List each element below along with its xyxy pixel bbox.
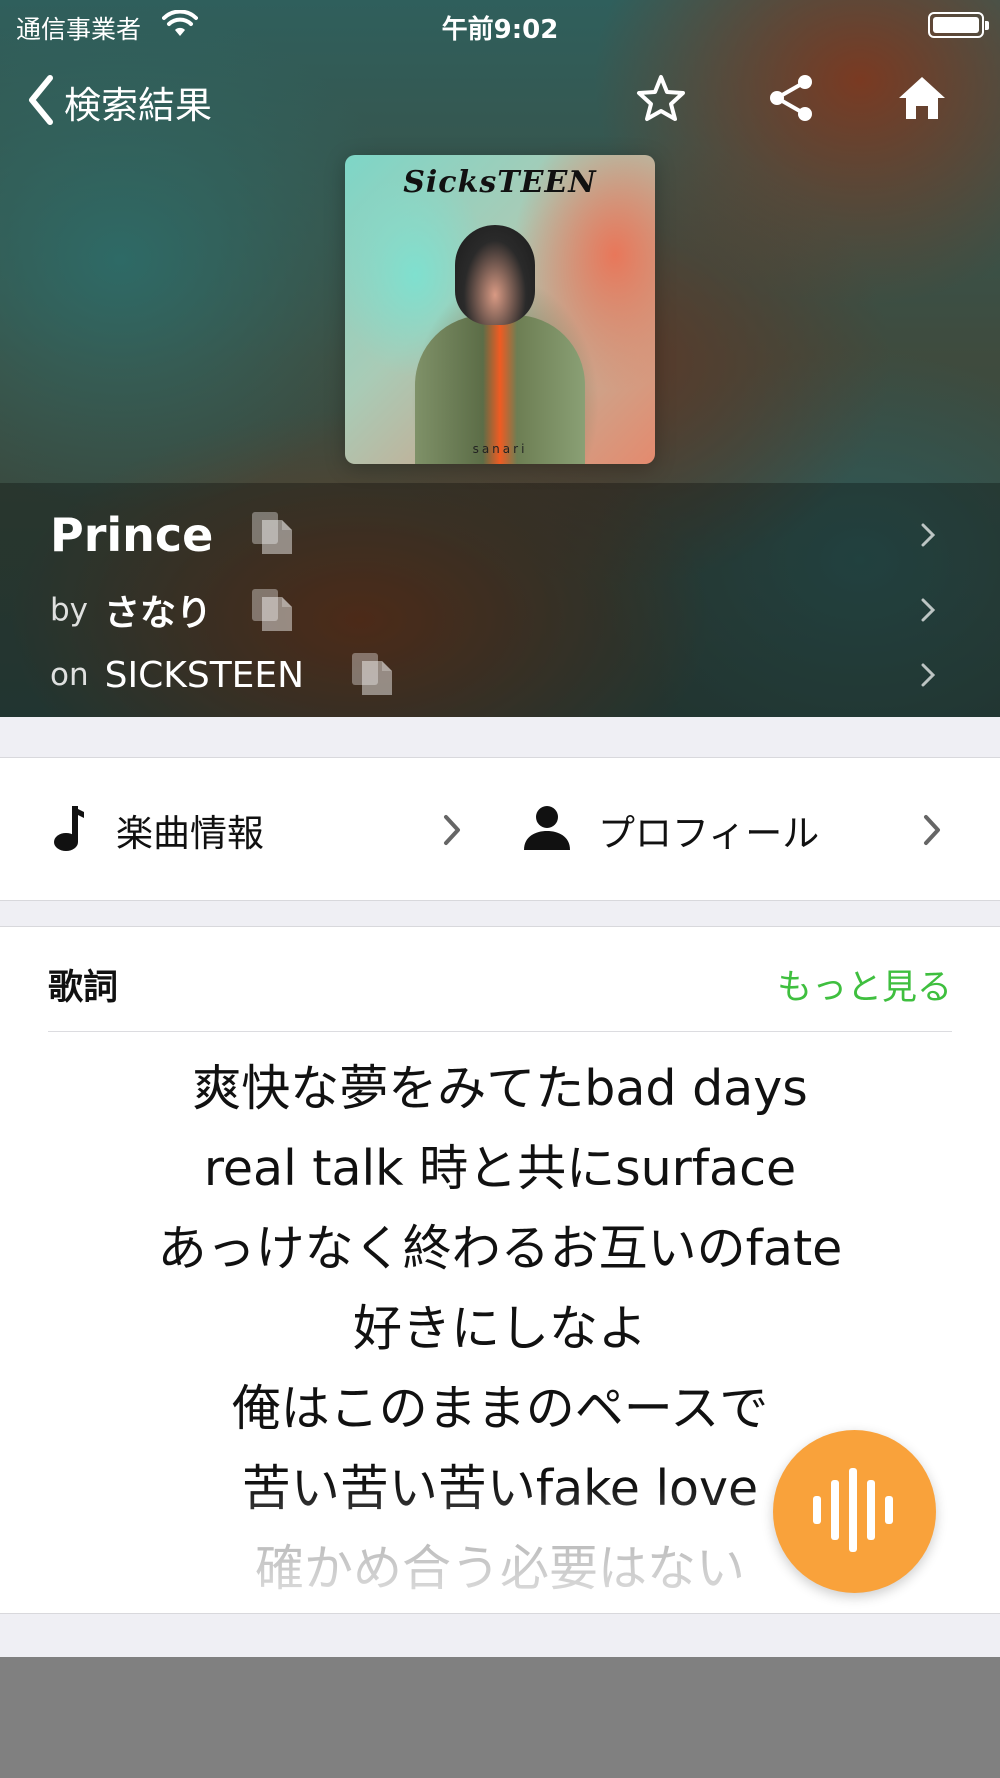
recognize-button[interactable]	[773, 1430, 936, 1593]
copy-title-icon[interactable]	[250, 510, 294, 556]
album-name: SICKSTEEN	[104, 654, 305, 696]
artist-row[interactable]: by さなり	[0, 580, 1000, 640]
album-figure-head	[455, 225, 535, 325]
share-icon	[767, 73, 815, 127]
star-outline-icon	[636, 74, 686, 126]
chevron-right-icon	[916, 523, 940, 547]
copy-album-icon[interactable]	[350, 651, 394, 697]
home-button[interactable]	[892, 70, 952, 130]
lyric-line: 好きにしなよ	[352, 1300, 647, 1357]
chevron-right-icon	[920, 814, 944, 850]
track-title-row[interactable]: Prince	[0, 500, 1000, 570]
lyrics-header: 歌詞 もっと見る	[48, 927, 952, 1032]
song-info-link[interactable]: 楽曲情報	[50, 758, 470, 902]
chevron-left-icon	[26, 74, 56, 130]
artist-name: さなり	[104, 593, 213, 634]
share-button[interactable]	[761, 70, 821, 130]
favorite-button[interactable]	[631, 70, 691, 130]
info-links: 楽曲情報 プロフィール	[0, 757, 1000, 901]
bottom-banner-area	[0, 1657, 1000, 1778]
chevron-right-icon	[440, 814, 464, 850]
artist-prefix: by	[50, 592, 89, 628]
profile-label: プロフィール	[598, 812, 820, 855]
album-footer-text: sanari	[472, 442, 528, 456]
home-icon	[897, 75, 947, 125]
chevron-right-icon	[916, 598, 940, 622]
status-bar: 通信事業者 午前9:02	[0, 0, 1000, 50]
person-icon	[522, 804, 572, 856]
lyrics-title: 歌詞	[48, 968, 119, 1008]
track-header: 通信事業者 午前9:02 検索結果 SicksTEEN sanari Princ…	[0, 0, 1000, 717]
album-logo: SicksTEEN	[403, 165, 597, 200]
lyric-line: 爽快な夢をみてたbad days	[192, 1060, 808, 1117]
copy-artist-icon[interactable]	[250, 587, 294, 633]
back-button[interactable]: 検索結果	[26, 72, 212, 132]
track-title: Prince	[50, 508, 214, 562]
battery-icon	[928, 12, 989, 38]
lyrics-more-link[interactable]: もっと見る	[777, 959, 952, 1010]
profile-link[interactable]: プロフィール	[522, 758, 952, 902]
status-time: 午前9:02	[441, 15, 559, 45]
album-artwork: SicksTEEN sanari	[345, 155, 655, 464]
chevron-right-icon	[916, 663, 940, 687]
back-button-label: 検索結果	[64, 84, 212, 127]
music-note-icon	[50, 804, 86, 856]
lyric-line: あっけなく終わるお互いのfate	[157, 1220, 843, 1277]
album-prefix: on	[50, 657, 89, 693]
song-info-label: 楽曲情報	[116, 812, 264, 855]
sound-wave-icon	[807, 1462, 903, 1562]
lyric-line: real talk 時と共にsurface	[203, 1140, 797, 1197]
album-row[interactable]: on SICKSTEEN	[0, 645, 1000, 705]
